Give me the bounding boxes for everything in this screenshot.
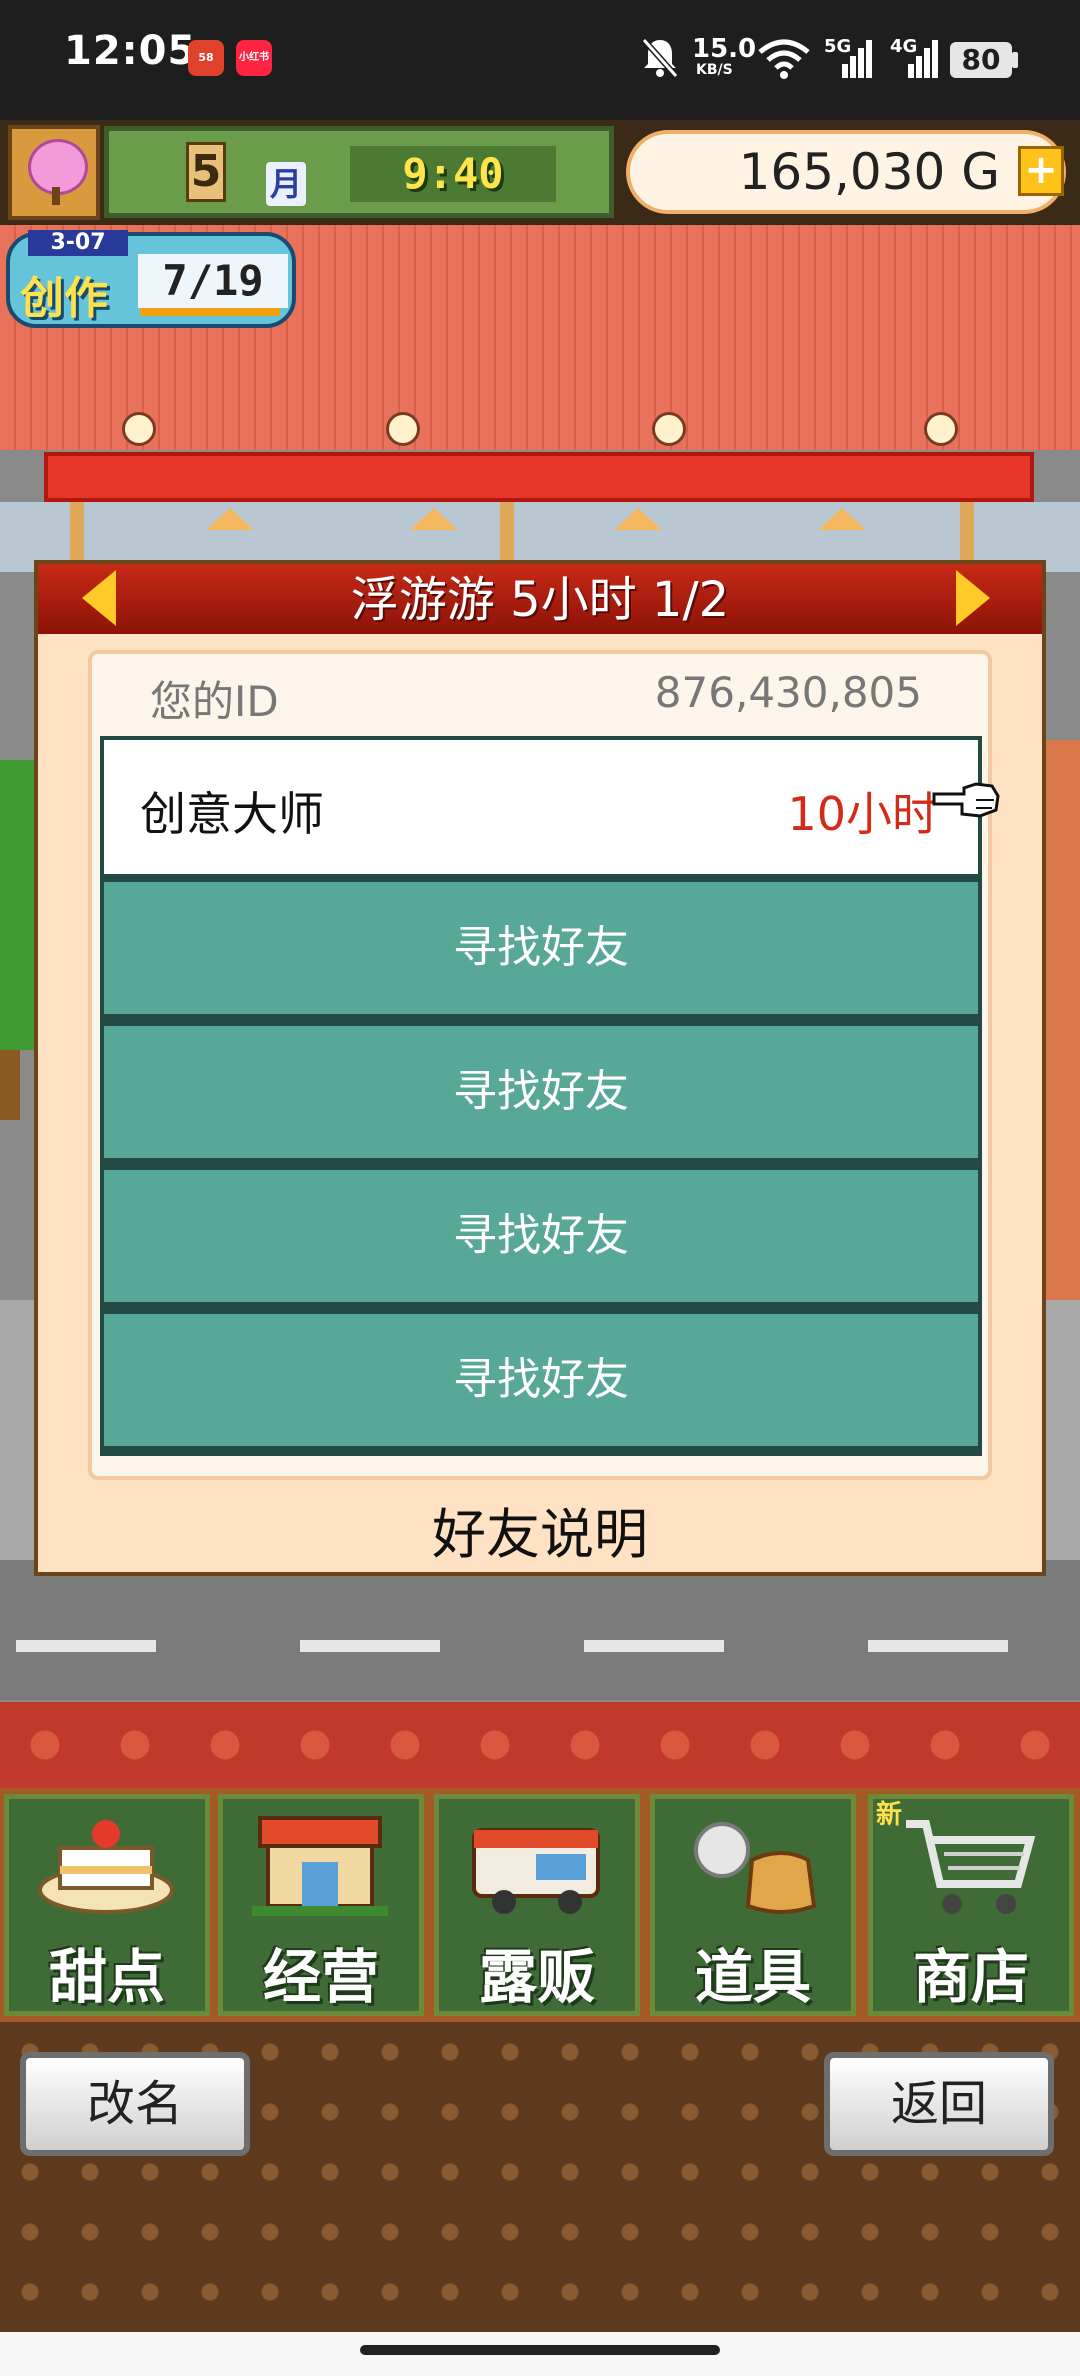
item-bag-icon <box>694 1822 817 1914</box>
wifi-icon <box>758 39 810 79</box>
creation-count: 7/19 <box>138 254 288 308</box>
signal-4g-icon <box>908 40 938 78</box>
month-label: 月 <box>266 162 306 206</box>
cart-icon <box>906 1820 1036 1914</box>
rename-button[interactable]: 改名 <box>20 2052 250 2156</box>
money-value: 165,030 <box>738 143 946 201</box>
status-time: 12:05 <box>64 28 197 74</box>
net-speed-unit: KB/S <box>696 62 733 78</box>
tab-manage-label: 经营 <box>262 1943 379 2011</box>
awning-light <box>410 508 458 530</box>
game-clock: 9:40 <box>402 149 504 198</box>
signal-5g-icon <box>842 40 872 78</box>
mute-bell-icon <box>641 38 679 78</box>
battery-icon: 80 <box>950 42 1012 78</box>
battery-tip <box>1012 52 1018 68</box>
awning <box>44 452 1034 502</box>
creation-progress-bar <box>140 308 280 316</box>
dialog-title: 浮游游 5小时 1/2 <box>350 572 730 628</box>
app-58-icon: 58 <box>188 40 224 76</box>
awning-light <box>206 508 254 530</box>
prev-page-arrow-icon[interactable] <box>82 570 116 626</box>
your-id-label: 您的ID <box>150 677 279 726</box>
money-amount: 165,030 G <box>700 140 1000 204</box>
tab-dessert-label: 甜点 <box>48 1943 165 2011</box>
shop-icon <box>252 1816 388 1916</box>
building-wall <box>1044 740 1080 1300</box>
lane-marking <box>300 1640 440 1652</box>
lane-marking <box>868 1640 1008 1652</box>
find-friend-button[interactable]: 寻找好友 <box>104 1170 978 1302</box>
ornament-band <box>0 1702 1080 1788</box>
friend-name: 创意大师 <box>140 787 324 841</box>
status-bar: 12:05 58 小红书 15.0 KB/S 5G 4G 80 <box>0 0 1080 120</box>
creation-level: 3-07 <box>28 230 128 256</box>
street <box>0 1560 1080 1700</box>
find-friend-button[interactable]: 寻找好友 <box>104 1026 978 1158</box>
home-indicator[interactable] <box>360 2345 720 2355</box>
add-money-button[interactable]: + <box>1018 146 1064 196</box>
lamp-bulb <box>652 412 686 446</box>
next-page-arrow-icon[interactable] <box>956 570 990 626</box>
net-speed: 15.0 <box>692 34 757 64</box>
lamp-bulb <box>122 412 156 446</box>
pointing-hand-icon <box>932 782 1000 818</box>
tree-trunk <box>52 187 60 205</box>
tab-food-truck-label: 露贩 <box>478 1943 595 2011</box>
shop-avatar[interactable] <box>8 125 100 220</box>
lane-marking <box>16 1640 156 1652</box>
creation-label: 创作 <box>20 273 108 324</box>
find-friend-button[interactable]: 寻找好友 <box>104 882 978 1014</box>
lamp-bulb <box>924 412 958 446</box>
tree-scenery <box>0 760 34 1050</box>
tree-trunk-scenery <box>0 1050 20 1120</box>
month-number: 5 <box>186 142 226 202</box>
awning-light <box>614 508 662 530</box>
tab-items-label: 道具 <box>694 1943 811 2011</box>
friend-time: 10小时 <box>787 787 938 841</box>
food-truck-icon <box>472 1828 600 1914</box>
lane-marking <box>584 1640 724 1652</box>
cake-icon <box>38 1820 174 1914</box>
xiaohongshu-icon: 小红书 <box>236 40 272 76</box>
your-id-value: 876,430,805 <box>654 668 922 717</box>
awning-light <box>818 508 866 530</box>
find-friend-button[interactable]: 寻找好友 <box>104 1314 978 1446</box>
back-button[interactable]: 返回 <box>824 2052 1054 2156</box>
new-badge: 新 <box>876 1800 903 1830</box>
lamp-bulb <box>386 412 420 446</box>
tab-store-label: 商店 <box>912 1943 1029 2011</box>
friend-help-link[interactable]: 好友说明 <box>340 1490 740 1569</box>
currency-symbol: G <box>961 143 1000 201</box>
